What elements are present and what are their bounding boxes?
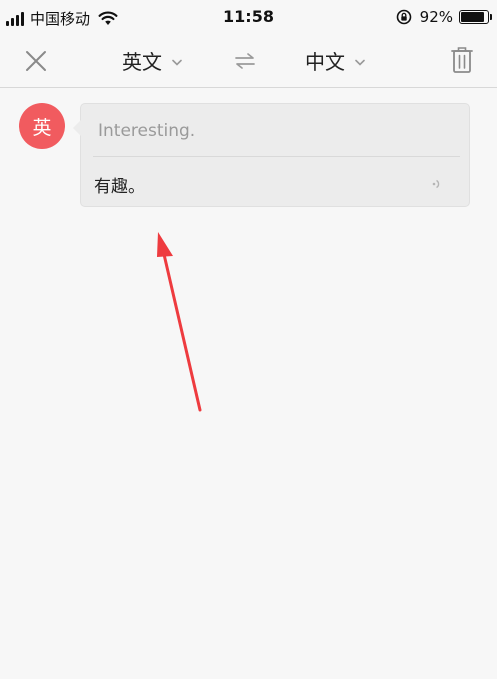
swap-languages-button[interactable] xyxy=(233,50,257,72)
chevron-down-icon xyxy=(172,59,182,66)
delete-trash-button[interactable] xyxy=(450,46,474,74)
target-language-selector[interactable]: 中文 xyxy=(305,46,365,75)
avatar-label: 英 xyxy=(32,116,52,139)
target-language-label: 中文 xyxy=(305,50,345,74)
orientation-lock-icon xyxy=(396,9,411,25)
battery-fill xyxy=(461,12,484,22)
chevron-down-icon xyxy=(355,59,365,66)
battery-nub xyxy=(490,14,492,20)
source-language-selector[interactable]: 英文 xyxy=(122,46,182,75)
close-button[interactable] xyxy=(23,48,49,74)
translation-text: 有趣。 xyxy=(94,177,145,197)
battery-icon xyxy=(459,10,492,24)
status-bar: 中国移动 11:58 92% xyxy=(0,0,497,34)
toolbar: 英文 中文 xyxy=(0,34,497,88)
status-right: 92% xyxy=(396,8,492,26)
bubble-divider xyxy=(93,156,460,157)
source-text: Interesting. xyxy=(98,121,196,141)
battery-percent: 92% xyxy=(419,8,453,26)
speaker-icon[interactable] xyxy=(432,177,442,191)
translation-bubble[interactable]: Interesting. 有趣。 xyxy=(73,103,470,207)
bubble-tail xyxy=(73,120,81,136)
source-language-avatar: 英 xyxy=(19,103,65,149)
source-language-label: 英文 xyxy=(122,50,162,74)
annotation-arrow-icon xyxy=(157,232,202,412)
translator-screen: 中国移动 11:58 92% 英文 中文 英 Interesting. 有趣。 xyxy=(0,0,497,679)
